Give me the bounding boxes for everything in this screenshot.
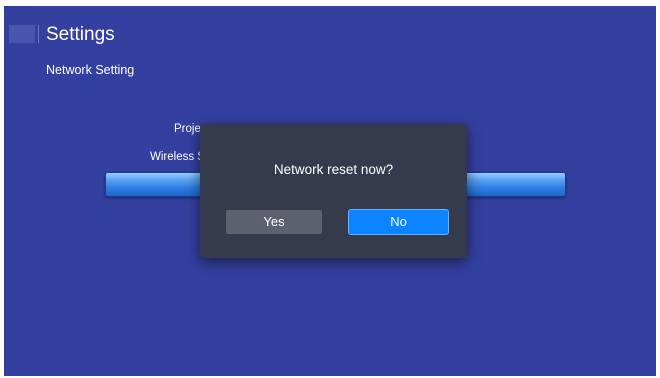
reset-confirm-dialog: Network reset now? Yes No (200, 124, 467, 258)
no-button[interactable]: No (349, 210, 448, 234)
page-title: Settings (46, 24, 115, 45)
header-divider (38, 25, 39, 43)
tv-screen: Settings Network Setting Proje Wireless … (4, 6, 656, 376)
list-item-wireless[interactable]: Wireless S (150, 150, 204, 164)
yes-button[interactable]: Yes (226, 210, 322, 234)
settings-app-icon (9, 25, 35, 43)
dialog-message: Network reset now? (273, 162, 394, 177)
section-subtitle: Network Setting (46, 63, 135, 77)
